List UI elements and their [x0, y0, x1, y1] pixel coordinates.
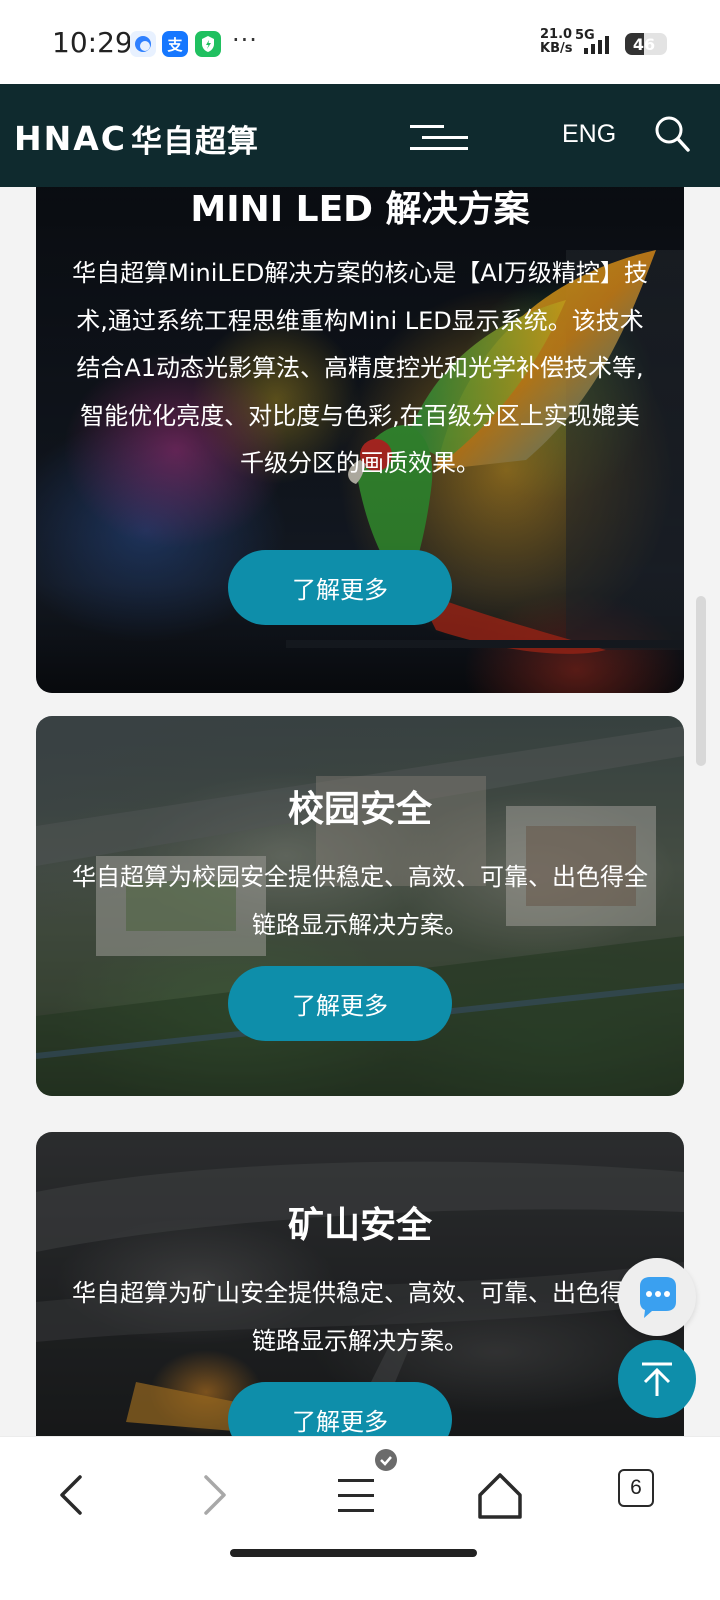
- card-description: 华自超算MiniLED解决方案的核心是【AI万级精控】技术,通过系统工程思维重构…: [72, 259, 648, 477]
- net-speed: 21.0 KB/s: [540, 28, 572, 56]
- back-to-top-button[interactable]: [618, 1340, 696, 1418]
- learn-more-button[interactable]: 了解更多: [228, 966, 452, 1041]
- logo-cn: 华自超算: [131, 123, 259, 160]
- hnac-logo[interactable]: HNAC 华自超算: [14, 118, 259, 160]
- tabs-count-button[interactable]: 6: [618, 1469, 654, 1507]
- home-indicator[interactable]: [230, 1549, 477, 1557]
- signal-icon: [584, 36, 609, 54]
- logo-latin: HNAC: [14, 118, 127, 158]
- checkmark-icon: [375, 1449, 397, 1471]
- battery-level: 46: [632, 34, 656, 54]
- campus-safety-card: 校园安全 华自超算为校园安全提供稳定、高效、可靠、出色得全链路显示解决方案。 了…: [36, 716, 684, 1096]
- card-description: 华自超算为矿山安全提供稳定、高效、可靠、出色得全链路显示解决方案。: [72, 1279, 648, 1355]
- card-title: 矿山安全: [287, 1205, 432, 1246]
- card-title: 校园安全: [287, 789, 432, 830]
- menu-icon[interactable]: [410, 124, 468, 152]
- forward-icon[interactable]: [186, 1465, 242, 1521]
- more-notifications-indicator: ···: [232, 26, 258, 54]
- mine-safety-card: 矿山安全 华自超算为矿山安全提供稳定、高效、可靠、出色得全链路显示解决方案。 了…: [36, 1132, 684, 1452]
- arrow-up-icon: [642, 1362, 672, 1396]
- search-icon[interactable]: [653, 114, 691, 154]
- learn-more-button[interactable]: 了解更多: [228, 550, 452, 625]
- menu-lines-icon[interactable]: [332, 1465, 388, 1521]
- card-description: 华自超算为校园安全提供稳定、高效、可靠、出色得全链路显示解决方案。: [72, 863, 648, 939]
- card-title: MINI LED 解决方案: [190, 189, 530, 230]
- chat-icon: [640, 1277, 676, 1318]
- net-speed-value: 21.0: [540, 27, 573, 42]
- net-speed-unit: KB/s: [540, 41, 573, 56]
- miniled-card: MINI LED 解决方案 华自超算MiniLED解决方案的核心是【AI万级精控…: [36, 150, 684, 693]
- security-app-icon: [195, 31, 221, 57]
- status-time: 10:29: [52, 26, 133, 59]
- back-icon[interactable]: [44, 1465, 100, 1521]
- language-switch[interactable]: ENG: [562, 120, 616, 149]
- alipay-icon: 支: [162, 31, 188, 57]
- status-bar: 10:29 支 ··· 21.0 KB/s 5G 46: [0, 0, 720, 84]
- chat-button[interactable]: [618, 1258, 696, 1336]
- browser-bottom-bar: 6: [0, 1436, 720, 1600]
- site-header: HNAC 华自超算 ENG: [0, 84, 720, 187]
- scrollbar-thumb[interactable]: [696, 596, 706, 766]
- battery-icon: 46: [625, 33, 667, 55]
- home-icon[interactable]: [472, 1465, 528, 1521]
- browser-icon: [130, 31, 156, 57]
